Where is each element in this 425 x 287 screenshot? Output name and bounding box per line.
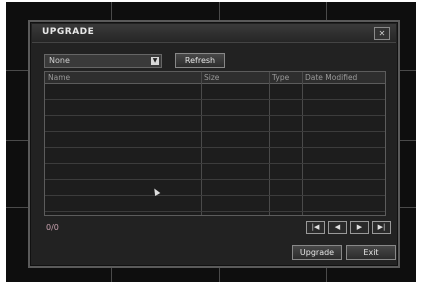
column-header-size[interactable]: Size: [201, 72, 219, 83]
close-icon[interactable]: ✕: [374, 27, 390, 40]
column-header-type[interactable]: Type: [269, 72, 289, 83]
grid-line: [6, 140, 28, 141]
table-row[interactable]: [45, 116, 385, 132]
page-status: 0/0: [46, 223, 59, 232]
exit-button[interactable]: Exit: [346, 245, 396, 260]
grid-line: [111, 266, 112, 282]
upgrade-button[interactable]: Upgrade: [292, 245, 342, 260]
table-row[interactable]: [45, 100, 385, 116]
table-row[interactable]: [45, 196, 385, 212]
upgrade-dialog: UPGRADE ✕ None ▼ Refresh Name Size Type …: [28, 20, 400, 268]
table-row[interactable]: [45, 148, 385, 164]
grid-line: [6, 70, 28, 71]
table-row[interactable]: [45, 164, 385, 180]
dialog-title: UPGRADE: [42, 27, 95, 37]
chevron-down-icon: ▼: [151, 57, 159, 65]
grid-line: [6, 207, 28, 208]
grid-line: [326, 2, 327, 22]
grid-line: [111, 2, 112, 22]
grid-line: [326, 266, 327, 282]
dialog-titlebar: UPGRADE ✕: [32, 24, 396, 43]
table-row[interactable]: [45, 84, 385, 100]
prev-page-icon[interactable]: ◀: [328, 221, 347, 234]
column-header-date-modified[interactable]: Date Modified: [302, 72, 357, 83]
device-select-value: None: [49, 56, 70, 65]
table-row[interactable]: [45, 180, 385, 196]
grid-line: [398, 207, 416, 208]
table-header: Name Size Type Date Modified: [45, 72, 385, 84]
last-page-icon[interactable]: ▶|: [372, 221, 391, 234]
refresh-button[interactable]: Refresh: [175, 53, 225, 68]
grid-line: [219, 2, 220, 22]
next-page-icon[interactable]: ▶: [350, 221, 369, 234]
grid-line: [219, 266, 220, 282]
grid-line: [398, 70, 416, 71]
column-header-name[interactable]: Name: [45, 72, 70, 83]
first-page-icon[interactable]: |◀: [306, 221, 325, 234]
file-table: Name Size Type Date Modified: [44, 71, 386, 216]
table-row[interactable]: [45, 132, 385, 148]
device-select[interactable]: None ▼: [44, 54, 162, 68]
grid-line: [398, 140, 416, 141]
monitor-screen: UPGRADE ✕ None ▼ Refresh Name Size Type …: [6, 2, 416, 282]
